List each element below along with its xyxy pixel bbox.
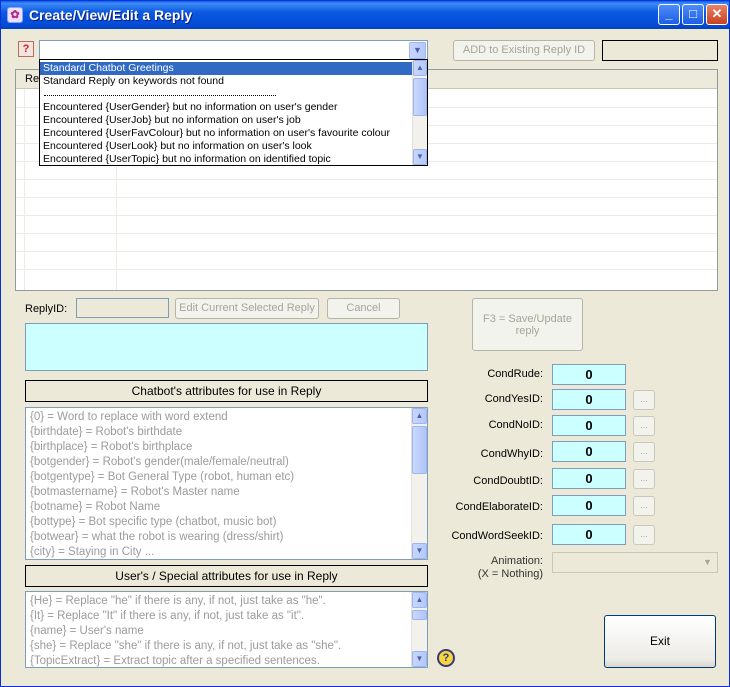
attribute-line: {birthplace} = Robot's birthplace	[30, 441, 193, 453]
attribute-line: {botmastername} = Robot's Master name	[30, 486, 240, 498]
help-icon[interactable]: ?	[437, 649, 455, 667]
add-to-existing-reply-button[interactable]: ADD to Existing Reply ID	[453, 40, 595, 61]
attribute-line: {birthdate} = Robot's birthdate	[30, 426, 183, 438]
scroll-thumb[interactable]	[412, 610, 427, 620]
scroll-up-icon[interactable]: ▲	[412, 592, 427, 608]
attribute-line: {It} = Replace "It" if there is any, if …	[30, 610, 305, 622]
attribute-line: {botgentype} = Bot General Type (robot, …	[30, 471, 295, 483]
attribute-line: {0} = Word to replace with word extend	[30, 411, 228, 423]
minimize-button[interactable]: _	[658, 4, 680, 25]
cond-wordseek-field[interactable]: 0	[552, 524, 626, 545]
attribute-line: {city} = Staying in City ...	[30, 546, 155, 558]
reply-editor-window: ✿ Create/View/Edit a Reply _ □ ✕ ? ▼ ADD…	[0, 0, 730, 687]
chatbot-attributes-header: Chatbot's attributes for use in Reply	[25, 380, 428, 402]
scroll-up-icon[interactable]: ▲	[412, 408, 427, 424]
chatbot-attributes-scrollbar[interactable]: ▲ ▼	[411, 408, 427, 559]
app-icon: ✿	[7, 7, 23, 23]
edit-current-reply-button[interactable]: Edit Current Selected Reply	[175, 298, 319, 319]
dropdown-scrollbar[interactable]: ▲ ▼	[412, 60, 427, 165]
scroll-thumb[interactable]	[413, 78, 427, 116]
cond-why-field[interactable]: 0	[552, 441, 626, 462]
maximize-button[interactable]: □	[682, 4, 704, 25]
scroll-down-icon[interactable]: ▼	[412, 543, 427, 559]
scroll-up-icon[interactable]: ▲	[413, 60, 427, 76]
window-title: Create/View/Edit a Reply	[29, 7, 193, 23]
animation-select[interactable]: ▼	[552, 552, 718, 573]
cond-elaborate-browse-button[interactable]: ...	[633, 496, 655, 516]
exit-button[interactable]: Exit	[604, 615, 716, 668]
attribute-line: {she} = Replace "she" if there is any, i…	[30, 640, 342, 652]
chevron-down-icon[interactable]: ▼	[699, 554, 716, 571]
cond-no-label: CondNoID:	[488, 419, 543, 431]
dropdown-item[interactable]: Encountered {UserGender} but no informat…	[40, 101, 412, 114]
cond-doubt-label: CondDoubtID:	[473, 475, 543, 487]
cond-doubt-field[interactable]: 0	[552, 468, 626, 489]
animation-label: Animation:	[491, 555, 543, 567]
animation-sublabel: (X = Nothing)	[477, 568, 543, 580]
cond-rude-label: CondRude:	[487, 368, 543, 380]
dropdown-item[interactable]: Encountered {UserLook} but no informatio…	[40, 140, 412, 153]
dropdown-item[interactable]: Standard Chatbot Greetings	[40, 62, 412, 75]
dropdown-item[interactable]: Encountered {UserTopic} but no informati…	[40, 153, 412, 165]
attribute-line: {He} = Replace "he" if there is any, if …	[30, 595, 326, 607]
attribute-line: {botwear} = what the robot is wearing (d…	[30, 531, 284, 543]
dropdown-item[interactable]: Encountered {UserJob} but no information…	[40, 114, 412, 127]
cond-doubt-browse-button[interactable]: ...	[633, 469, 655, 489]
user-attributes-header: User's / Special attributes for use in R…	[25, 565, 428, 587]
chevron-down-icon[interactable]: ▼	[409, 42, 426, 59]
cond-rude-field[interactable]: 0	[552, 364, 626, 385]
cond-no-field[interactable]: 0	[552, 415, 626, 436]
title-bar[interactable]: ✿ Create/View/Edit a Reply _ □ ✕	[1, 1, 729, 29]
attribute-line: {TopicExtract} = Extract topic after a s…	[30, 655, 320, 667]
chatbot-attributes-list[interactable]: {0} = Word to replace with word extend {…	[25, 407, 428, 560]
cond-elaborate-field[interactable]: 0	[552, 495, 626, 516]
cond-wordseek-browse-button[interactable]: ...	[633, 525, 655, 545]
existing-reply-id-field[interactable]	[602, 40, 718, 61]
scroll-thumb[interactable]	[412, 426, 427, 474]
cond-yes-browse-button[interactable]: ...	[633, 390, 655, 410]
attribute-line: {botgender} = Robot's gender(male/female…	[30, 456, 289, 468]
cond-why-label: CondWhyID:	[480, 448, 543, 460]
attribute-line: {botname} = Robot Name	[30, 501, 161, 513]
scroll-down-icon[interactable]: ▼	[413, 149, 427, 165]
user-attributes-list[interactable]: {He} = Replace "he" if there is any, if …	[25, 591, 428, 668]
cond-wordseek-label: CondWordSeekID:	[451, 530, 543, 542]
scroll-down-icon[interactable]: ▼	[412, 651, 427, 667]
save-update-reply-button[interactable]: F3 = Save/Update reply	[472, 298, 583, 351]
cancel-button[interactable]: Cancel	[327, 298, 400, 319]
cond-yes-field[interactable]: 0	[552, 389, 626, 410]
dropdown-separator	[44, 95, 276, 96]
cond-why-browse-button[interactable]: ...	[633, 442, 655, 462]
grid-header-label: Re	[25, 73, 40, 85]
reply-type-dropdown-list[interactable]: Standard Chatbot Greetings Standard Repl…	[39, 59, 428, 166]
attribute-line: {name} = User's name	[30, 625, 144, 637]
dropdown-item[interactable]: Encountered {UserFavColour} but no infor…	[40, 127, 412, 140]
help-icon[interactable]: ?	[18, 41, 34, 57]
reply-type-combobox[interactable]: ▼	[39, 40, 428, 61]
reply-id-field[interactable]	[76, 298, 169, 318]
cond-elaborate-label: CondElaborateID:	[455, 501, 543, 513]
close-button[interactable]: ✕	[706, 4, 728, 25]
cond-yes-label: CondYesID:	[484, 393, 543, 405]
reply-text-input[interactable]	[25, 323, 428, 371]
dropdown-item[interactable]: Standard Reply on keywords not found	[40, 75, 412, 88]
reply-id-label: ReplyID:	[25, 303, 68, 315]
attribute-line: {bottype} = Bot specific type (chatbot, …	[30, 516, 277, 528]
cond-no-browse-button[interactable]: ...	[633, 416, 655, 436]
user-attributes-scrollbar[interactable]: ▲ ▼	[411, 592, 427, 667]
